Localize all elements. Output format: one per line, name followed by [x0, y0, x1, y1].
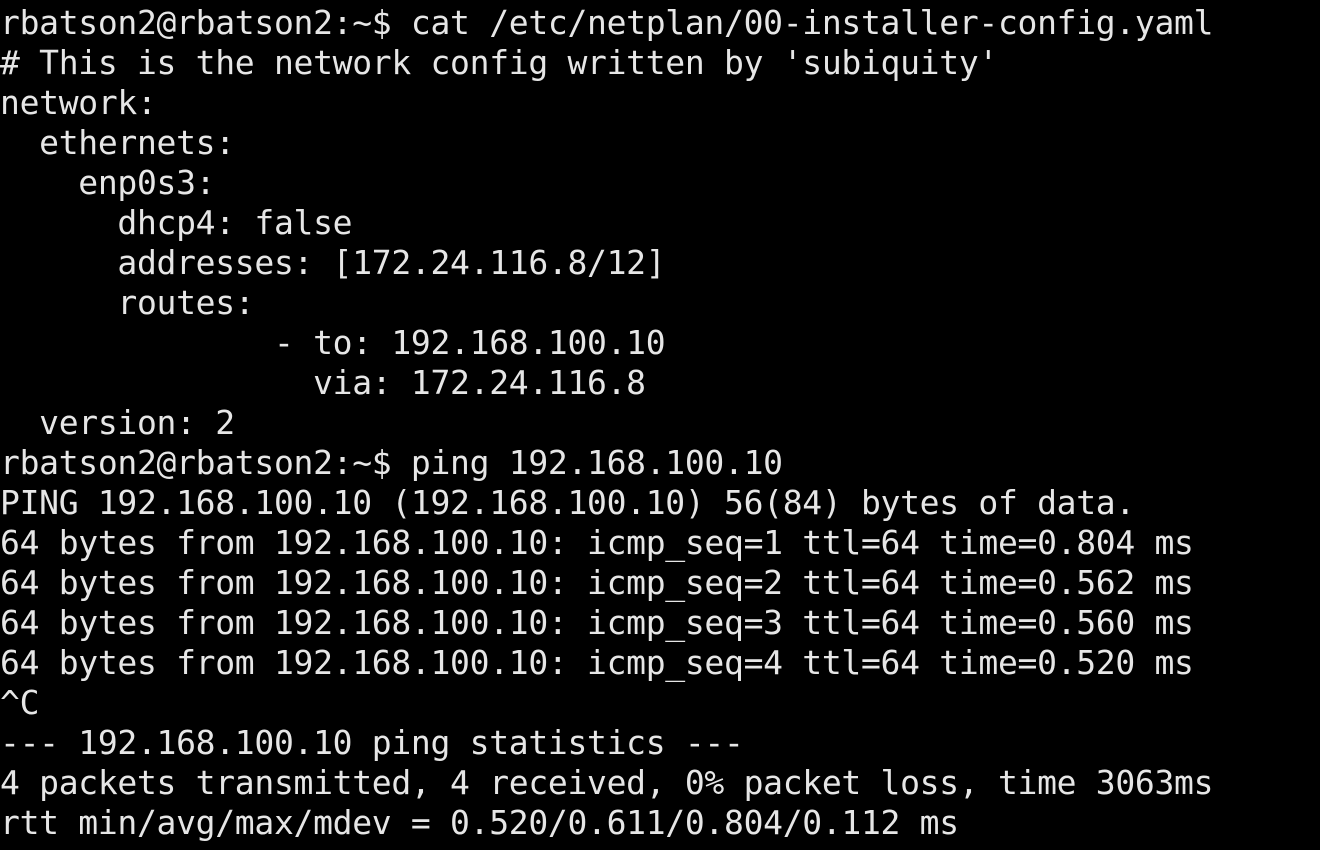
ping-rtt-summary: rtt min/avg/max/mdev = 0.520/0.611/0.804…: [0, 803, 959, 842]
yaml-addresses-line: addresses: [172.24.116.8/12]: [0, 243, 666, 282]
yaml-version-line: version: 2: [0, 403, 235, 442]
ping-header-line: PING 192.168.100.10 (192.168.100.10) 56(…: [0, 483, 1135, 522]
ping-reply-line: 64 bytes from 192.168.100.10: icmp_seq=3…: [0, 603, 1194, 642]
ping-packets-summary: 4 packets transmitted, 4 received, 0% pa…: [0, 763, 1214, 802]
terminal-window[interactable]: rbatson2@rbatson2:~$ cat /etc/netplan/00…: [0, 0, 1320, 850]
yaml-network-line: network:: [0, 83, 157, 122]
yaml-ethernets-line: ethernets:: [0, 123, 235, 162]
yaml-route-to-line: - to: 192.168.100.10: [0, 323, 666, 362]
ping-reply-line: 64 bytes from 192.168.100.10: icmp_seq=4…: [0, 643, 1194, 682]
yaml-route-via-line: via: 172.24.116.8: [0, 363, 646, 402]
ping-statistics-header: --- 192.168.100.10 ping statistics ---: [0, 723, 744, 762]
yaml-routes-line: routes:: [0, 283, 255, 322]
interrupt-line: ^C: [0, 683, 40, 722]
command-line-cat: rbatson2@rbatson2:~$ cat /etc/netplan/00…: [0, 3, 1214, 42]
yaml-interface-line: enp0s3:: [0, 163, 216, 202]
ping-reply-line: 64 bytes from 192.168.100.10: icmp_seq=1…: [0, 523, 1194, 562]
yaml-comment-line: # This is the network config written by …: [0, 43, 998, 82]
command-line-ping: rbatson2@rbatson2:~$ ping 192.168.100.10: [0, 443, 783, 482]
yaml-dhcp4-line: dhcp4: false: [0, 203, 353, 242]
ping-reply-line: 64 bytes from 192.168.100.10: icmp_seq=2…: [0, 563, 1194, 602]
